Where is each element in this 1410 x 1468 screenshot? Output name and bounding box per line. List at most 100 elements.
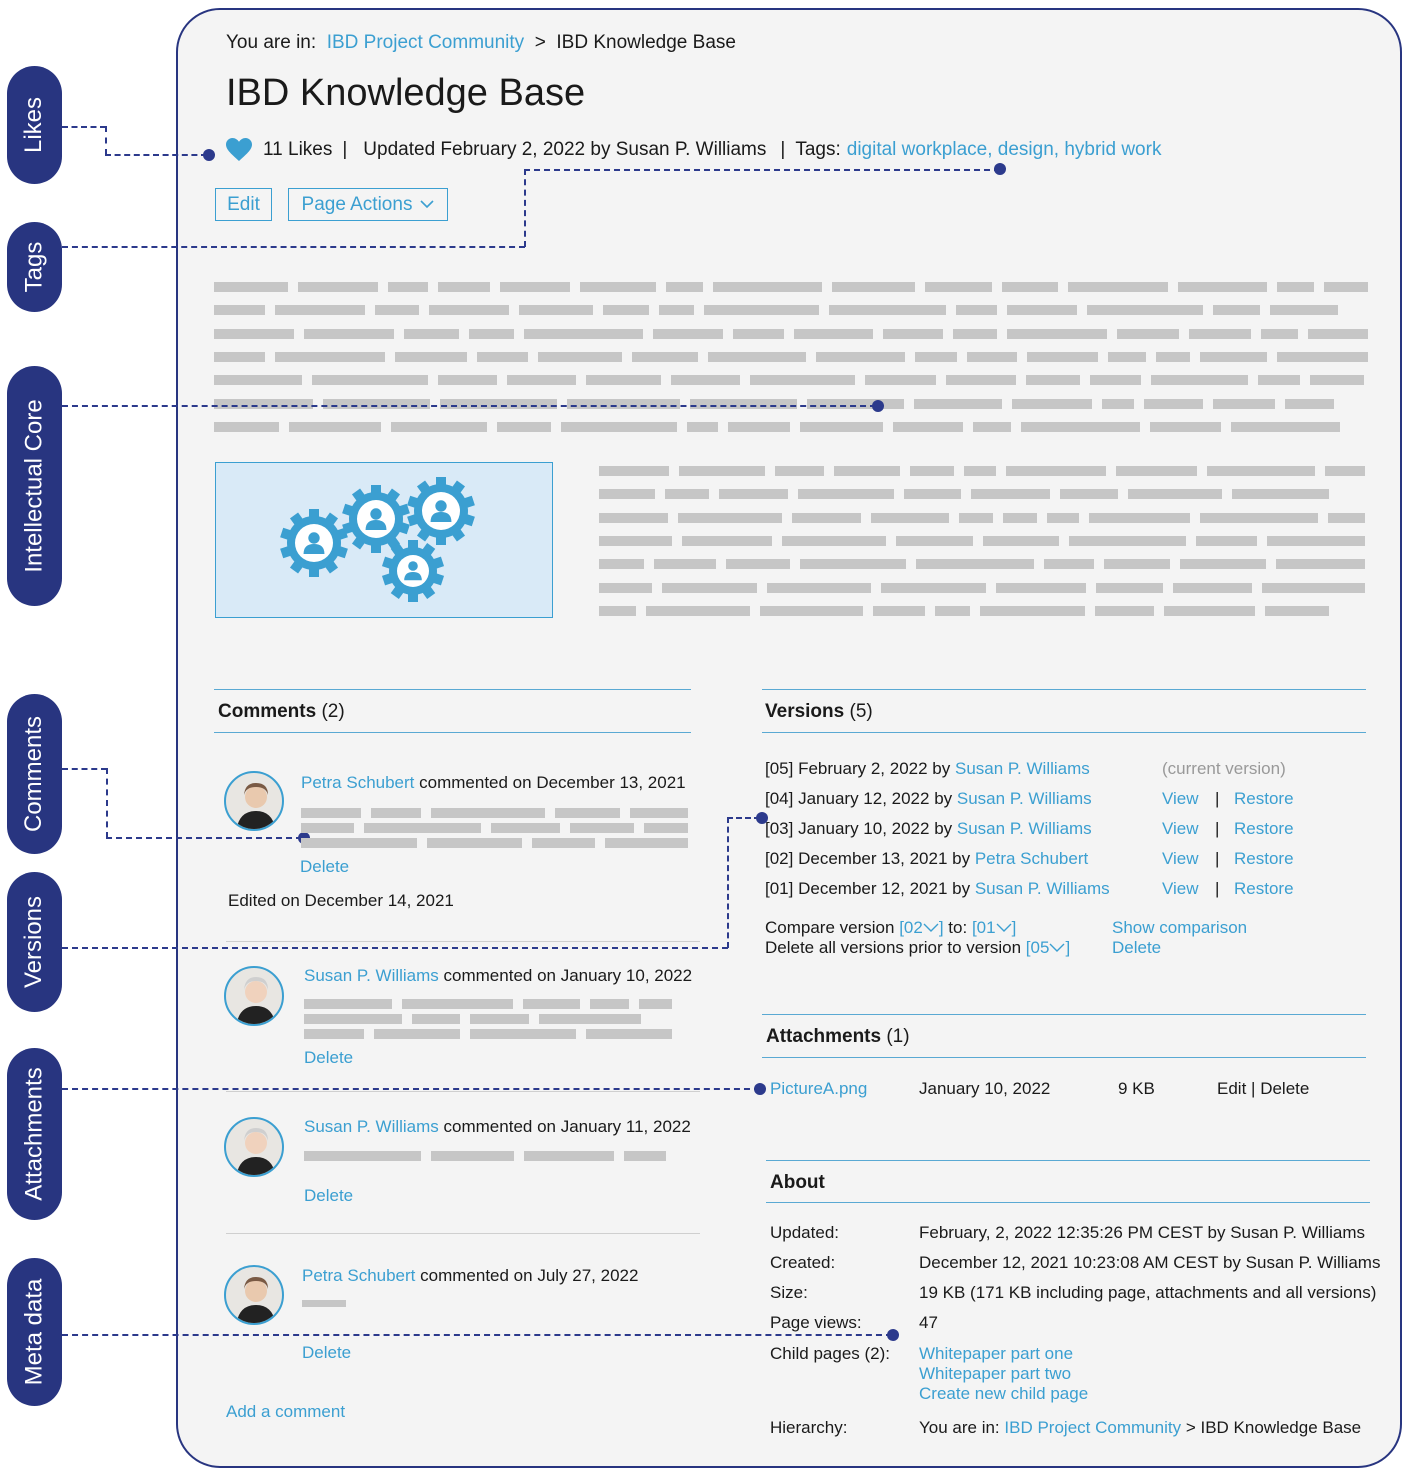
version-restore-link[interactable]: Restore	[1234, 819, 1294, 839]
version-number: [01]	[765, 879, 794, 898]
page-actions-button[interactable]: Page Actions	[288, 188, 448, 221]
about-size-label: Size:	[770, 1283, 808, 1302]
placeholder-bar	[599, 582, 652, 593]
add-comment-link[interactable]: Add a comment	[226, 1402, 345, 1422]
divider	[762, 732, 1366, 733]
placeholder-bar	[1144, 398, 1203, 409]
placeholder-bar	[1089, 512, 1190, 523]
version-author-link[interactable]: Susan P. Williams	[957, 819, 1092, 838]
comment-author-link[interactable]: Susan P. Williams	[304, 1117, 439, 1136]
placeholder-bar	[1258, 375, 1300, 386]
comment-author-link[interactable]: Petra Schubert	[301, 773, 414, 792]
compare-to-select[interactable]: [01]	[972, 918, 1016, 937]
placeholder-bar	[1325, 466, 1365, 476]
connector-line	[62, 1088, 760, 1090]
version-view-link[interactable]: View	[1162, 879, 1199, 899]
version-restore-link[interactable]: Restore	[1234, 789, 1294, 809]
show-comparison-link[interactable]: Show comparison	[1112, 918, 1247, 938]
placeholder-bar	[470, 1029, 576, 1039]
version-author-link[interactable]: Petra Schubert	[975, 849, 1088, 868]
placeholder-bar	[1069, 535, 1186, 546]
child-page-link[interactable]: Whitepaper part one	[919, 1344, 1073, 1364]
delete-comment-link[interactable]: Delete	[304, 1048, 353, 1068]
about-views-value: 47	[919, 1313, 938, 1332]
delete-prior-select[interactable]: [05]	[1026, 938, 1070, 957]
placeholder-bar	[304, 1151, 421, 1161]
version-author-link[interactable]: Susan P. Williams	[957, 789, 1092, 808]
placeholder-bar	[914, 398, 1002, 409]
placeholder-bar	[214, 328, 294, 339]
placeholder-bar	[590, 999, 629, 1009]
version-author-link[interactable]: Susan P. Williams	[975, 879, 1110, 898]
placeholder-bar	[500, 282, 570, 292]
attachment-file-link[interactable]: PictureA.png	[770, 1079, 867, 1099]
versions-title: Versions	[765, 701, 845, 722]
comment-author-link[interactable]: Susan P. Williams	[304, 966, 439, 985]
placeholder-bar	[639, 999, 672, 1009]
placeholder-bar	[524, 1151, 614, 1161]
version-author-link[interactable]: Susan P. Williams	[955, 759, 1090, 778]
placeholder-bar	[662, 582, 757, 593]
compare-from-select[interactable]: [02]	[899, 918, 943, 937]
version-view-link[interactable]: View	[1162, 849, 1199, 869]
chevron-down-icon	[923, 923, 939, 932]
placeholder-bar	[959, 512, 993, 523]
placeholder-bar	[570, 823, 634, 833]
placeholder-bar	[391, 421, 487, 432]
comment-header: Susan P. Williams commented on January 1…	[304, 1117, 691, 1137]
connector-dot	[994, 163, 1006, 175]
placeholder-bar	[1068, 282, 1168, 292]
placeholder-bar	[708, 351, 806, 362]
delete-versions-link[interactable]: Delete	[1112, 938, 1161, 958]
connector-dot	[872, 400, 884, 412]
attachment-delete-link[interactable]: Delete	[1260, 1079, 1309, 1098]
annotation-likes: Likes	[7, 66, 62, 184]
placeholder-bar	[883, 328, 943, 339]
delete-comment-link[interactable]: Delete	[302, 1343, 351, 1363]
comment-author-link[interactable]: Petra Schubert	[302, 1266, 415, 1285]
delete-prior-versions: Delete all versions prior to version [05…	[765, 938, 1070, 958]
delete-comment-link[interactable]: Delete	[304, 1186, 353, 1206]
compare-versions: Compare version [02] to: [01]	[765, 918, 1016, 938]
attachment-size: 9 KB	[1118, 1079, 1155, 1098]
placeholder-bar	[1261, 328, 1298, 339]
placeholder-bar	[687, 421, 718, 432]
placeholder-bar	[214, 398, 313, 409]
attachment-edit-link[interactable]: Edit	[1217, 1079, 1246, 1098]
create-child-page-link[interactable]: Create new child page	[919, 1384, 1088, 1404]
hierarchy-parent-link[interactable]: IBD Project Community	[1004, 1418, 1181, 1437]
placeholder-bar	[364, 823, 481, 833]
placeholder-bar	[873, 605, 925, 616]
child-page-link[interactable]: Whitepaper part two	[919, 1364, 1071, 1384]
annotation-label: Tags	[20, 241, 48, 293]
comments-count: (2)	[321, 701, 345, 722]
placeholder-bar	[1108, 351, 1146, 362]
breadcrumb-parent-link[interactable]: IBD Project Community	[327, 32, 524, 53]
separator: |	[780, 139, 786, 160]
placeholder-bar	[671, 375, 740, 386]
version-date: January 12, 2022 by	[798, 789, 953, 808]
placeholder-bar	[865, 375, 936, 386]
versions-count: (5)	[849, 701, 873, 722]
tags-links[interactable]: digital workplace, design, hybrid work	[847, 139, 1162, 161]
placeholder-bar	[304, 1029, 364, 1039]
placeholder-bar	[214, 305, 265, 316]
placeholder-bar	[1090, 375, 1141, 386]
annotation-label: Comments	[20, 715, 48, 833]
version-entry: [04] January 12, 2022 by Susan P. Willia…	[765, 789, 1092, 809]
placeholder-bar	[1003, 512, 1037, 523]
placeholder-bar	[497, 421, 551, 432]
delete-comment-link[interactable]: Delete	[300, 857, 349, 877]
placeholder-bar	[431, 1151, 514, 1161]
version-view-link[interactable]: View	[1162, 789, 1199, 809]
heart-icon[interactable]	[226, 138, 252, 162]
placeholder-bar	[586, 375, 661, 386]
version-restore-link[interactable]: Restore	[1234, 879, 1294, 899]
edit-button[interactable]: Edit	[215, 188, 272, 221]
divider	[214, 689, 691, 690]
placeholder-bar	[690, 398, 797, 409]
placeholder-bar	[599, 489, 655, 500]
version-restore-link[interactable]: Restore	[1234, 849, 1294, 869]
placeholder-bar	[275, 351, 385, 362]
version-view-link[interactable]: View	[1162, 819, 1199, 839]
